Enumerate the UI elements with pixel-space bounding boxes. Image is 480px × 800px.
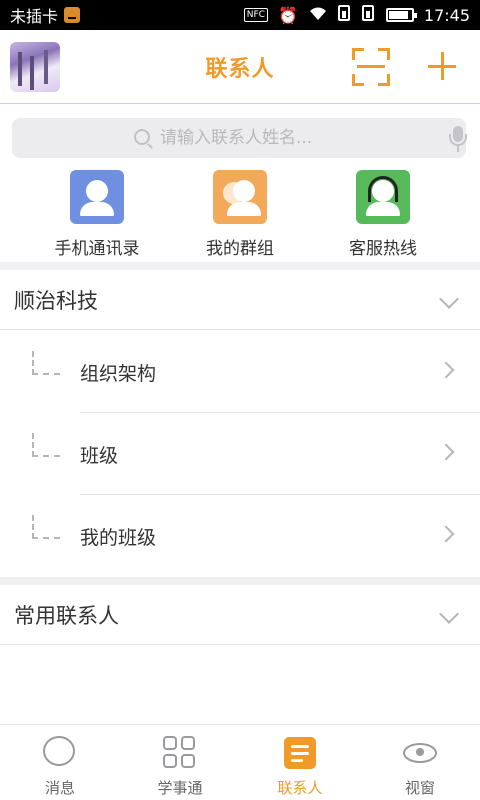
eye-icon xyxy=(402,735,438,771)
group-item-label: 班级 xyxy=(80,445,119,467)
battery-icon xyxy=(385,8,417,22)
notification-icon xyxy=(64,7,81,23)
quick-action-service-hotline[interactable]: 客服热线 xyxy=(313,170,453,259)
quick-action-label: 客服热线 xyxy=(349,239,417,259)
carrier-label: 未插卡 xyxy=(10,7,59,26)
group-item-my-class[interactable]: 我的班级 xyxy=(0,495,480,577)
page-title: 联系人 xyxy=(205,56,275,82)
microphone-icon[interactable] xyxy=(448,126,468,152)
nav-window[interactable]: 视窗 xyxy=(360,725,480,800)
add-button[interactable] xyxy=(428,52,458,82)
group-icon xyxy=(213,170,267,224)
grid-icon xyxy=(162,735,198,771)
chevron-right-icon xyxy=(437,443,455,461)
scan-button[interactable] xyxy=(352,48,390,86)
nav-label: 学事通 xyxy=(157,779,203,797)
chevron-right-icon xyxy=(437,525,455,543)
group-name: 顺治科技 xyxy=(14,288,98,313)
chevron-down-icon xyxy=(439,604,459,624)
contacts-icon xyxy=(282,735,318,771)
status-bar: 未插卡 NFC ⏰ 17:45 xyxy=(0,0,480,30)
group-item-org-structure[interactable]: 组织架构 xyxy=(0,331,480,413)
quick-action-phone-contacts[interactable]: 手机通讯录 xyxy=(27,170,167,259)
tree-line xyxy=(32,515,60,539)
quick-action-my-groups[interactable]: 我的群组 xyxy=(170,170,310,259)
nav-label: 视窗 xyxy=(404,779,435,797)
quick-action-label: 我的群组 xyxy=(206,239,274,259)
search-bar[interactable] xyxy=(12,118,468,158)
group-header-company[interactable]: 顺治科技 xyxy=(0,270,480,330)
nav-label: 联系人 xyxy=(277,779,323,797)
tree-line xyxy=(32,433,60,457)
chat-icon xyxy=(42,735,78,771)
group-name: 常用联系人 xyxy=(14,603,119,628)
search-input[interactable] xyxy=(160,126,420,150)
signal-icon xyxy=(337,5,352,25)
quick-actions: 手机通讯录 我的群组 客服热线 xyxy=(0,170,480,260)
scan-icon xyxy=(357,65,385,68)
group-header-frequent-contacts[interactable]: 常用联系人 xyxy=(0,585,480,645)
alarm-icon: ⏰ xyxy=(277,5,298,25)
nav-contacts[interactable]: 联系人 xyxy=(240,725,360,800)
group-item-class[interactable]: 班级 xyxy=(0,413,480,495)
avatar[interactable] xyxy=(10,42,60,92)
tree-line xyxy=(32,351,60,375)
bottom-nav: 消息 学事通 联系人 视窗 xyxy=(0,724,480,800)
nav-label: 消息 xyxy=(44,779,75,797)
group-item-label: 组织架构 xyxy=(80,363,157,385)
nav-school-affairs[interactable]: 学事通 xyxy=(120,725,240,800)
section-divider xyxy=(0,577,480,585)
clock: 17:45 xyxy=(423,5,470,25)
chevron-right-icon xyxy=(437,361,455,379)
search-icon xyxy=(134,129,150,145)
contact-card-icon xyxy=(70,170,124,224)
app-header: 联系人 xyxy=(0,30,480,104)
chevron-down-icon xyxy=(439,289,459,309)
nav-messages[interactable]: 消息 xyxy=(0,725,120,800)
group-item-label: 我的班级 xyxy=(80,527,157,549)
headset-icon xyxy=(356,170,410,224)
signal-icon-2 xyxy=(361,5,376,25)
section-divider xyxy=(0,262,480,270)
nfc-icon: NFC xyxy=(243,8,268,22)
quick-action-label: 手机通讯录 xyxy=(54,239,140,259)
wifi-icon xyxy=(308,5,328,25)
